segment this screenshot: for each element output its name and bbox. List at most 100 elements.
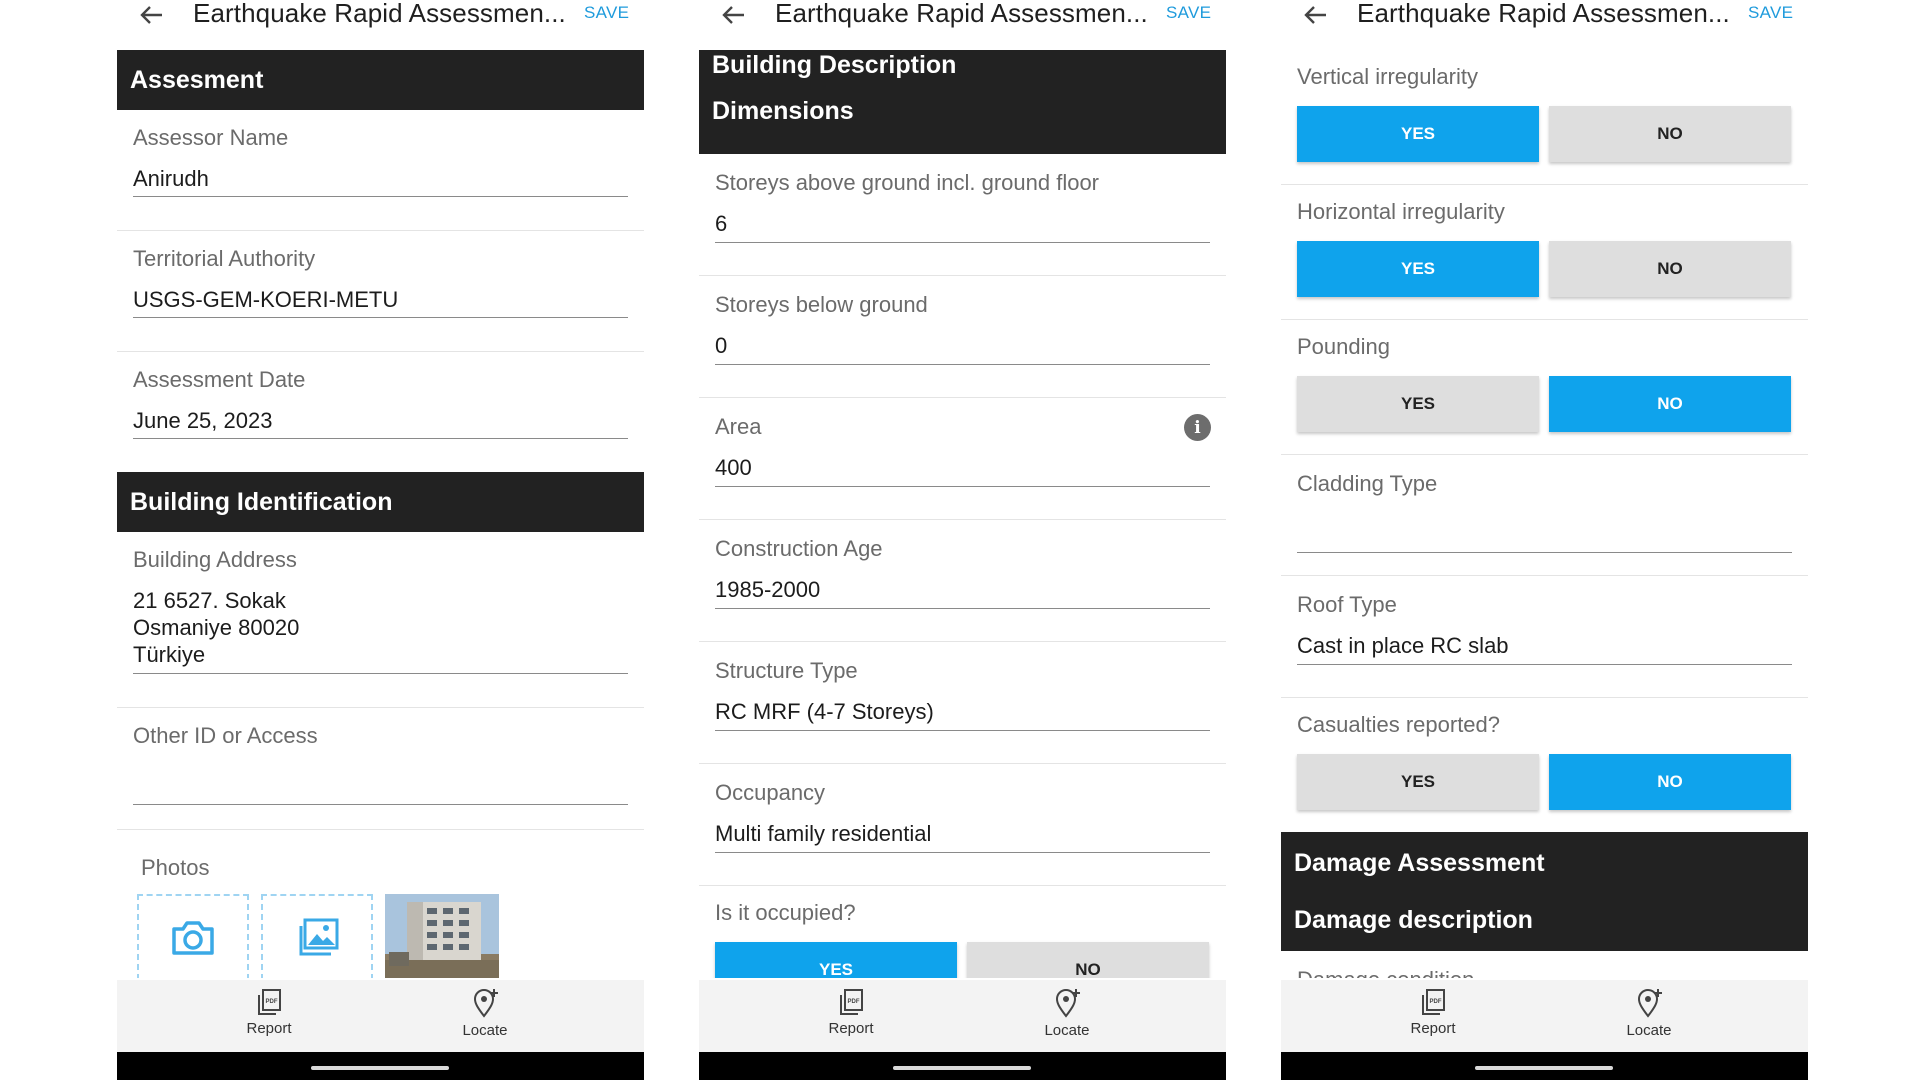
back-button[interactable]	[137, 0, 167, 30]
field-label: Pounding	[1297, 334, 1390, 359]
field-value[interactable]: Anirudh	[133, 165, 209, 192]
save-button[interactable]: SAVE	[1748, 3, 1793, 23]
field-value[interactable]: RC MRF (4-7 Storeys)	[715, 698, 934, 725]
field-value[interactable]: 400	[715, 454, 752, 481]
field-label: Horizontal irregularity	[1297, 199, 1505, 224]
choose-gallery-button[interactable]	[261, 894, 373, 978]
yes-button[interactable]: YES	[1297, 241, 1539, 297]
add-location-icon	[473, 989, 498, 1018]
field-label: Damage condition	[1297, 967, 1474, 978]
yes-button[interactable]: YES	[1297, 376, 1539, 432]
area-field[interactable]: Area i 400	[699, 398, 1226, 520]
storeys-below-field[interactable]: Storeys below ground 0	[699, 276, 1226, 398]
field-underline	[715, 730, 1210, 731]
nav-report-button[interactable]: PDF Report	[219, 988, 319, 1037]
add-location-icon	[1055, 989, 1080, 1018]
back-button[interactable]	[719, 0, 749, 30]
field-underline	[715, 608, 1210, 609]
arrow-left-icon	[140, 6, 162, 24]
home-indicator[interactable]	[311, 1066, 449, 1070]
yes-button[interactable]: YES	[1297, 754, 1539, 810]
no-button[interactable]: NO	[967, 942, 1209, 978]
nav-locate-button[interactable]: Locate	[1599, 988, 1699, 1039]
roof-type-field[interactable]: Roof Type Cast in place RC slab	[1281, 576, 1808, 698]
nav-locate-button[interactable]: Locate	[1017, 988, 1117, 1039]
arrow-left-icon	[1304, 6, 1326, 24]
damage-condition-field[interactable]: Damage condition	[1281, 951, 1808, 978]
nav-report-button[interactable]: PDF Report	[801, 988, 901, 1037]
section-header-building-description: Building Description Dimensions	[699, 50, 1226, 154]
occupied-field: Is it occupied? YES NO	[699, 886, 1226, 978]
svg-text:PDF: PDF	[848, 999, 860, 1005]
field-underline	[133, 804, 628, 805]
territorial-authority-field[interactable]: Territorial Authority USGS-GEM-KOERI-MET…	[117, 231, 644, 352]
form-content[interactable]: Vertical irregularity YES NO Horizontal …	[1281, 50, 1808, 978]
pdf-report-icon: PDF	[258, 989, 281, 1015]
field-underline	[715, 486, 1210, 487]
no-button[interactable]: NO	[1549, 241, 1791, 297]
save-button[interactable]: SAVE	[584, 3, 629, 23]
assessment-date-field[interactable]: Assessment Date June 25, 2023	[117, 352, 644, 472]
building-photo-thumbnail[interactable]	[385, 894, 499, 978]
no-button[interactable]: NO	[1549, 106, 1791, 162]
form-content[interactable]: Building Description Dimensions Storeys …	[699, 50, 1226, 978]
field-underline	[133, 438, 628, 439]
building-address-field[interactable]: Building Address 21 6527. Sokak Osmaniye…	[117, 532, 644, 708]
svg-text:PDF: PDF	[1430, 999, 1442, 1005]
screen-structural-features: Earthquake Rapid Assessmen... SAVE Verti…	[1281, 0, 1808, 1080]
take-photo-button[interactable]	[137, 894, 249, 978]
form-content[interactable]: Assesment Assessor Name Anirudh Territor…	[117, 50, 644, 978]
nav-locate-button[interactable]: Locate	[435, 988, 535, 1039]
screen-assessment: Earthquake Rapid Assessmen... SAVE Asses…	[117, 0, 644, 1080]
bottom-navigation: PDF Report Locate	[699, 980, 1226, 1052]
no-button[interactable]: NO	[1549, 376, 1791, 432]
field-underline	[133, 196, 628, 197]
nav-label: Report	[1410, 1020, 1456, 1037]
structure-type-field[interactable]: Structure Type RC MRF (4-7 Storeys)	[699, 642, 1226, 764]
home-indicator[interactable]	[893, 1066, 1031, 1070]
cladding-type-field[interactable]: Cladding Type	[1281, 455, 1808, 576]
address-line-2[interactable]: Osmaniye 80020	[133, 614, 299, 641]
back-button[interactable]	[1301, 0, 1331, 30]
field-label: Assessment Date	[133, 367, 306, 392]
yes-button[interactable]: YES	[715, 942, 957, 978]
screen-building-description: Earthquake Rapid Assessmen... SAVE Build…	[699, 0, 1226, 1080]
field-value[interactable]: 6	[715, 210, 727, 237]
field-underline	[133, 317, 628, 318]
assessor-name-field[interactable]: Assessor Name Anirudh	[117, 110, 644, 231]
gallery-icon	[299, 918, 339, 956]
occupancy-field[interactable]: Occupancy Multi family residential	[699, 764, 1226, 886]
field-value[interactable]: June 25, 2023	[133, 407, 272, 434]
field-value[interactable]: 0	[715, 332, 727, 359]
section-header-assessment: Assesment	[117, 50, 644, 110]
field-value[interactable]: Cast in place RC slab	[1297, 632, 1509, 659]
pounding-field: Pounding YES NO	[1281, 320, 1808, 455]
storeys-above-field[interactable]: Storeys above ground incl. ground floor …	[699, 154, 1226, 276]
camera-icon	[172, 921, 214, 955]
field-value[interactable]: USGS-GEM-KOERI-METU	[133, 286, 398, 313]
field-label: Other ID or Access	[133, 723, 318, 748]
field-value[interactable]: 1985-2000	[715, 576, 820, 603]
info-icon[interactable]: i	[1184, 414, 1211, 441]
field-underline	[1297, 664, 1792, 665]
field-underline	[715, 852, 1210, 853]
field-label: Storeys below ground	[715, 292, 928, 317]
no-button[interactable]: NO	[1549, 754, 1791, 810]
nav-report-button[interactable]: PDF Report	[1383, 988, 1483, 1037]
address-line-3[interactable]: Türkiye	[133, 641, 205, 668]
yes-button[interactable]: YES	[1297, 106, 1539, 162]
field-label: Territorial Authority	[133, 246, 316, 271]
field-label: Cladding Type	[1297, 471, 1438, 496]
system-gesture-bar	[699, 1052, 1226, 1080]
section-header-building-identification: Building Identification	[117, 472, 644, 532]
address-line-1[interactable]: 21 6527. Sokak	[133, 587, 286, 614]
field-value[interactable]: Multi family residential	[715, 820, 931, 847]
construction-age-field[interactable]: Construction Age 1985-2000	[699, 520, 1226, 642]
building-photo-image	[385, 894, 499, 978]
field-label: Storeys above ground incl. ground floor	[715, 170, 1100, 195]
other-id-field[interactable]: Other ID or Access	[117, 708, 644, 830]
nav-label: Locate	[1626, 1022, 1672, 1039]
save-button[interactable]: SAVE	[1166, 3, 1211, 23]
home-indicator[interactable]	[1475, 1066, 1613, 1070]
field-underline	[715, 242, 1210, 243]
